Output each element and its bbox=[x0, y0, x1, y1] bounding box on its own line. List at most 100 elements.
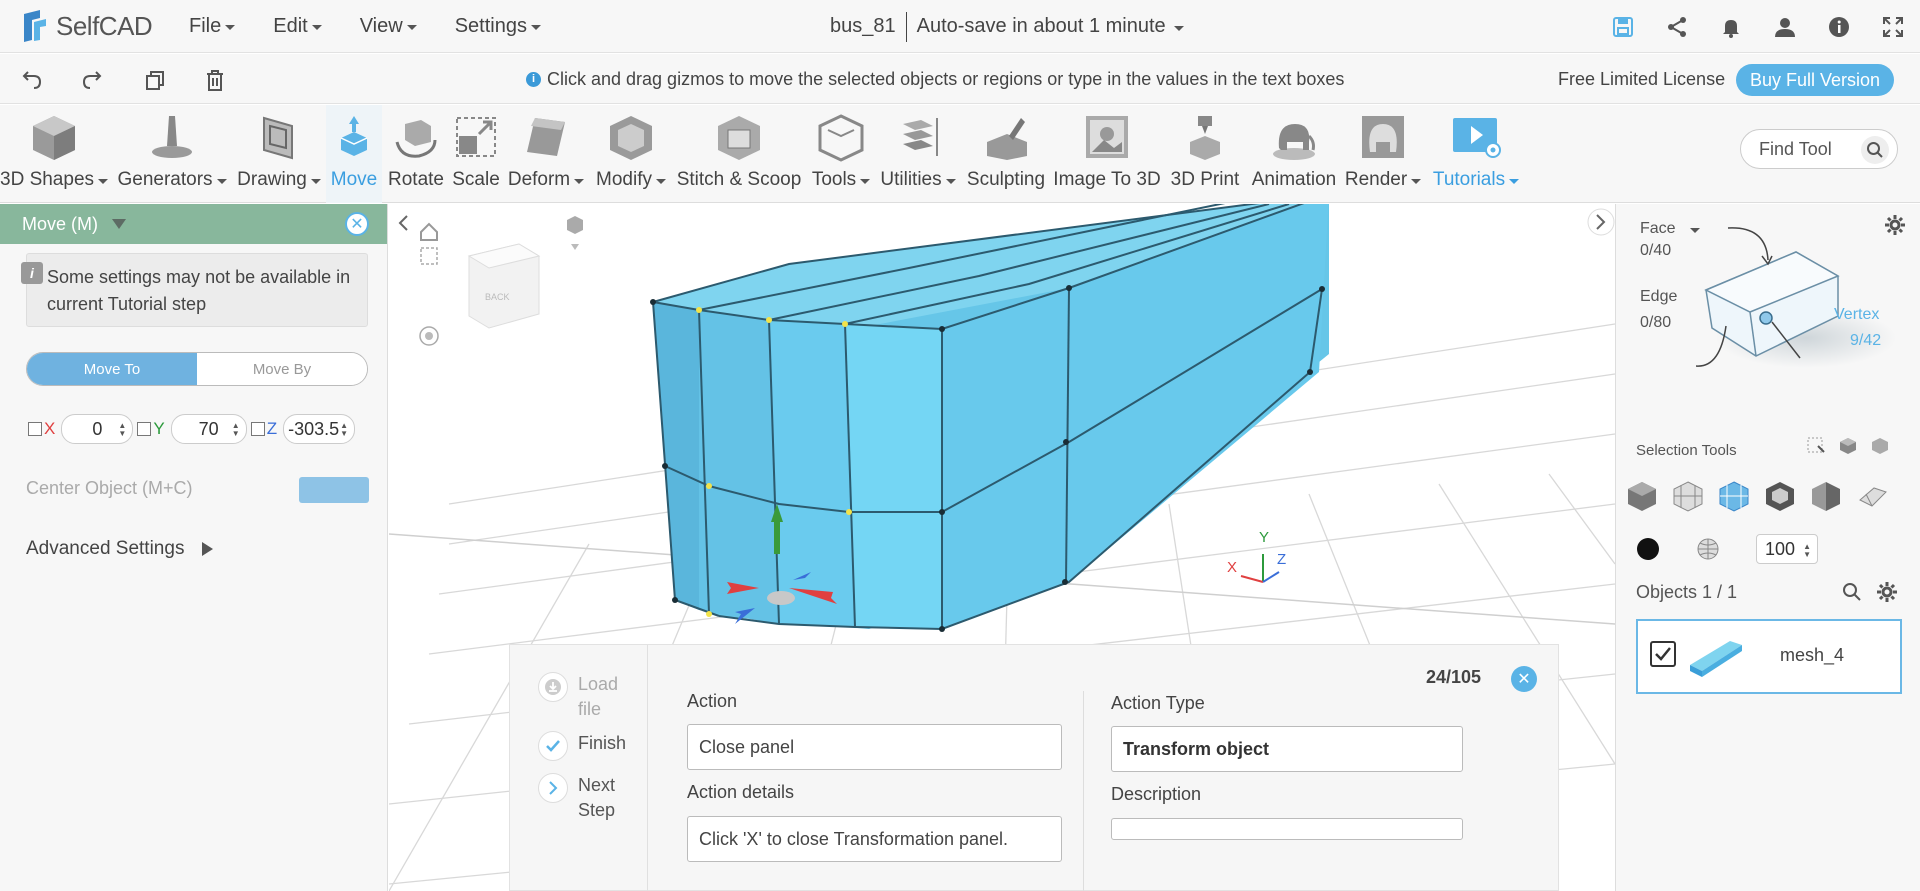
move-by-button[interactable]: Move By bbox=[197, 353, 367, 385]
fit-view-icon[interactable] bbox=[420, 247, 438, 265]
x-input[interactable]: 0 ▲ ▼ bbox=[61, 414, 134, 444]
chevron-down-icon[interactable] bbox=[1173, 25, 1184, 31]
tool-deform[interactable]: Deform bbox=[506, 105, 586, 203]
action-field: Close panel bbox=[687, 724, 1062, 770]
share-icon[interactable] bbox=[1650, 0, 1704, 53]
tool-3d-print[interactable]: 3D Print bbox=[1168, 105, 1242, 203]
move-panel-header[interactable]: Move (M) ✕ bbox=[0, 204, 387, 244]
image-icon bbox=[1082, 105, 1132, 169]
step-load-file[interactable]: Load file bbox=[538, 672, 628, 722]
step-next[interactable]: Next Step bbox=[538, 773, 624, 823]
copy-icon[interactable] bbox=[141, 66, 169, 94]
svg-text:BACK: BACK bbox=[485, 292, 510, 302]
tool-image-to-3d[interactable]: Image To 3D bbox=[1052, 105, 1162, 203]
edge-label[interactable]: Edge bbox=[1640, 288, 1677, 306]
select-faces-icon[interactable] bbox=[1716, 478, 1752, 514]
info-icon[interactable] bbox=[1812, 0, 1866, 53]
collapse-right-icon[interactable] bbox=[1587, 208, 1615, 236]
chevron-down-icon[interactable] bbox=[112, 219, 126, 229]
bell-icon[interactable] bbox=[1704, 0, 1758, 53]
svg-text:X: X bbox=[1227, 559, 1237, 576]
tool-move[interactable]: Move bbox=[326, 105, 382, 203]
tool-modify[interactable]: Modify bbox=[594, 105, 668, 203]
stepper-icon[interactable]: ▲ ▼ bbox=[340, 422, 348, 438]
action-label: Action bbox=[687, 691, 738, 711]
menu-file[interactable]: File bbox=[170, 15, 254, 38]
object-visibility-checkbox[interactable] bbox=[1650, 641, 1676, 667]
search-icon[interactable] bbox=[1861, 136, 1889, 164]
cube-outline-icon[interactable] bbox=[1870, 436, 1890, 456]
tool-scale[interactable]: Scale bbox=[450, 105, 502, 203]
move-to-button[interactable]: Move To bbox=[27, 353, 197, 385]
y-input[interactable]: 70 ▲ ▼ bbox=[170, 414, 247, 444]
x-lock-checkbox[interactable] bbox=[28, 422, 42, 436]
rect-select-icon[interactable] bbox=[1806, 436, 1826, 456]
redo-icon[interactable] bbox=[78, 66, 106, 94]
menu-view[interactable]: View bbox=[341, 15, 436, 38]
tool-tools[interactable]: Tools bbox=[808, 105, 874, 203]
tool-label: Scale bbox=[452, 169, 500, 190]
user-icon[interactable] bbox=[1758, 0, 1812, 53]
tool-rotate[interactable]: Rotate bbox=[386, 105, 446, 203]
select-mesh-icon[interactable] bbox=[1670, 478, 1706, 514]
y-lock-checkbox[interactable] bbox=[137, 422, 152, 436]
orbit-icon[interactable] bbox=[419, 326, 439, 346]
autosave-status[interactable]: Auto-save in about 1 minute bbox=[917, 15, 1166, 38]
z-input[interactable]: -303.5 ▲ ▼ bbox=[283, 414, 356, 444]
menu-edit[interactable]: Edit bbox=[254, 15, 340, 38]
undo-icon[interactable] bbox=[18, 66, 46, 94]
tool-label: Tutorials bbox=[1432, 169, 1506, 190]
stepper-icon[interactable]: ▲ ▼ bbox=[1803, 543, 1811, 559]
select-object-icon[interactable] bbox=[1624, 478, 1660, 514]
tool-sculpting[interactable]: Sculpting bbox=[964, 105, 1048, 203]
wireframe-sphere-icon[interactable] bbox=[1696, 537, 1720, 566]
fullscreen-icon[interactable] bbox=[1866, 0, 1920, 53]
tool-stitch-scoop[interactable]: Stitch & Scoop bbox=[676, 105, 802, 203]
view-cube[interactable]: BACK bbox=[467, 243, 541, 329]
step-finish[interactable]: Finish bbox=[538, 731, 626, 761]
x-value: 0 bbox=[92, 418, 103, 439]
close-tutorial-button[interactable]: ✕ bbox=[1511, 666, 1537, 692]
logo-icon bbox=[20, 8, 54, 44]
select-half-icon[interactable] bbox=[1808, 478, 1844, 514]
vertex-label[interactable]: Vertex bbox=[1834, 306, 1879, 324]
y-axis-label: Y bbox=[153, 419, 165, 438]
drawing-icon bbox=[254, 105, 304, 169]
close-panel-button[interactable]: ✕ bbox=[345, 212, 369, 236]
menu-settings[interactable]: Settings bbox=[436, 15, 560, 38]
cube-select-icon[interactable] bbox=[1838, 436, 1858, 456]
brush-size-input[interactable]: 100 ▲ ▼ bbox=[1756, 534, 1818, 564]
view-mode-icon[interactable] bbox=[567, 216, 583, 250]
document-name[interactable]: bus_81 bbox=[830, 15, 896, 38]
tool-animation[interactable]: Animation bbox=[1244, 105, 1344, 203]
select-plane-icon[interactable] bbox=[1854, 478, 1890, 514]
gear-icon[interactable] bbox=[1876, 581, 1898, 608]
tool-utilities[interactable]: Utilities bbox=[878, 105, 958, 203]
deform-icon bbox=[521, 105, 571, 169]
z-lock-checkbox[interactable] bbox=[250, 422, 265, 436]
home-icon[interactable] bbox=[420, 222, 438, 241]
advanced-settings-label: Advanced Settings bbox=[26, 538, 185, 559]
collapse-left-icon[interactable] bbox=[398, 215, 408, 231]
object-list-item[interactable]: mesh_4 bbox=[1636, 619, 1902, 694]
select-edges-icon[interactable] bbox=[1762, 478, 1798, 514]
center-object-button[interactable] bbox=[299, 477, 369, 503]
stepper-icon[interactable]: ▲ ▼ bbox=[232, 422, 240, 438]
tool-drawing[interactable]: Drawing bbox=[234, 105, 324, 203]
tool-generators[interactable]: Generators bbox=[116, 105, 228, 203]
save-icon[interactable] bbox=[1596, 0, 1650, 53]
move-panel: Move (M) ✕ i Some settings may not be av… bbox=[0, 204, 388, 891]
tool-tutorials[interactable]: Tutorials bbox=[1432, 105, 1520, 203]
face-label[interactable]: Face bbox=[1640, 220, 1700, 238]
selfcad-logo[interactable]: SelfCAD bbox=[20, 8, 170, 44]
top-bar: SelfCAD File Edit View Settings bus_81 A… bbox=[0, 0, 1920, 53]
trash-icon[interactable] bbox=[201, 66, 229, 94]
tool-3d-shapes[interactable]: 3D Shapes bbox=[0, 105, 109, 203]
search-icon[interactable] bbox=[1842, 582, 1862, 607]
stepper-icon[interactable]: ▲ ▼ bbox=[118, 422, 126, 438]
find-tool-input[interactable]: Find Tool bbox=[1740, 129, 1898, 169]
tool-render[interactable]: Render bbox=[1345, 105, 1422, 203]
buy-full-version-button[interactable]: Buy Full Version bbox=[1736, 64, 1894, 96]
solid-color-icon[interactable] bbox=[1636, 537, 1660, 566]
advanced-settings-toggle[interactable]: Advanced Settings bbox=[26, 538, 214, 560]
